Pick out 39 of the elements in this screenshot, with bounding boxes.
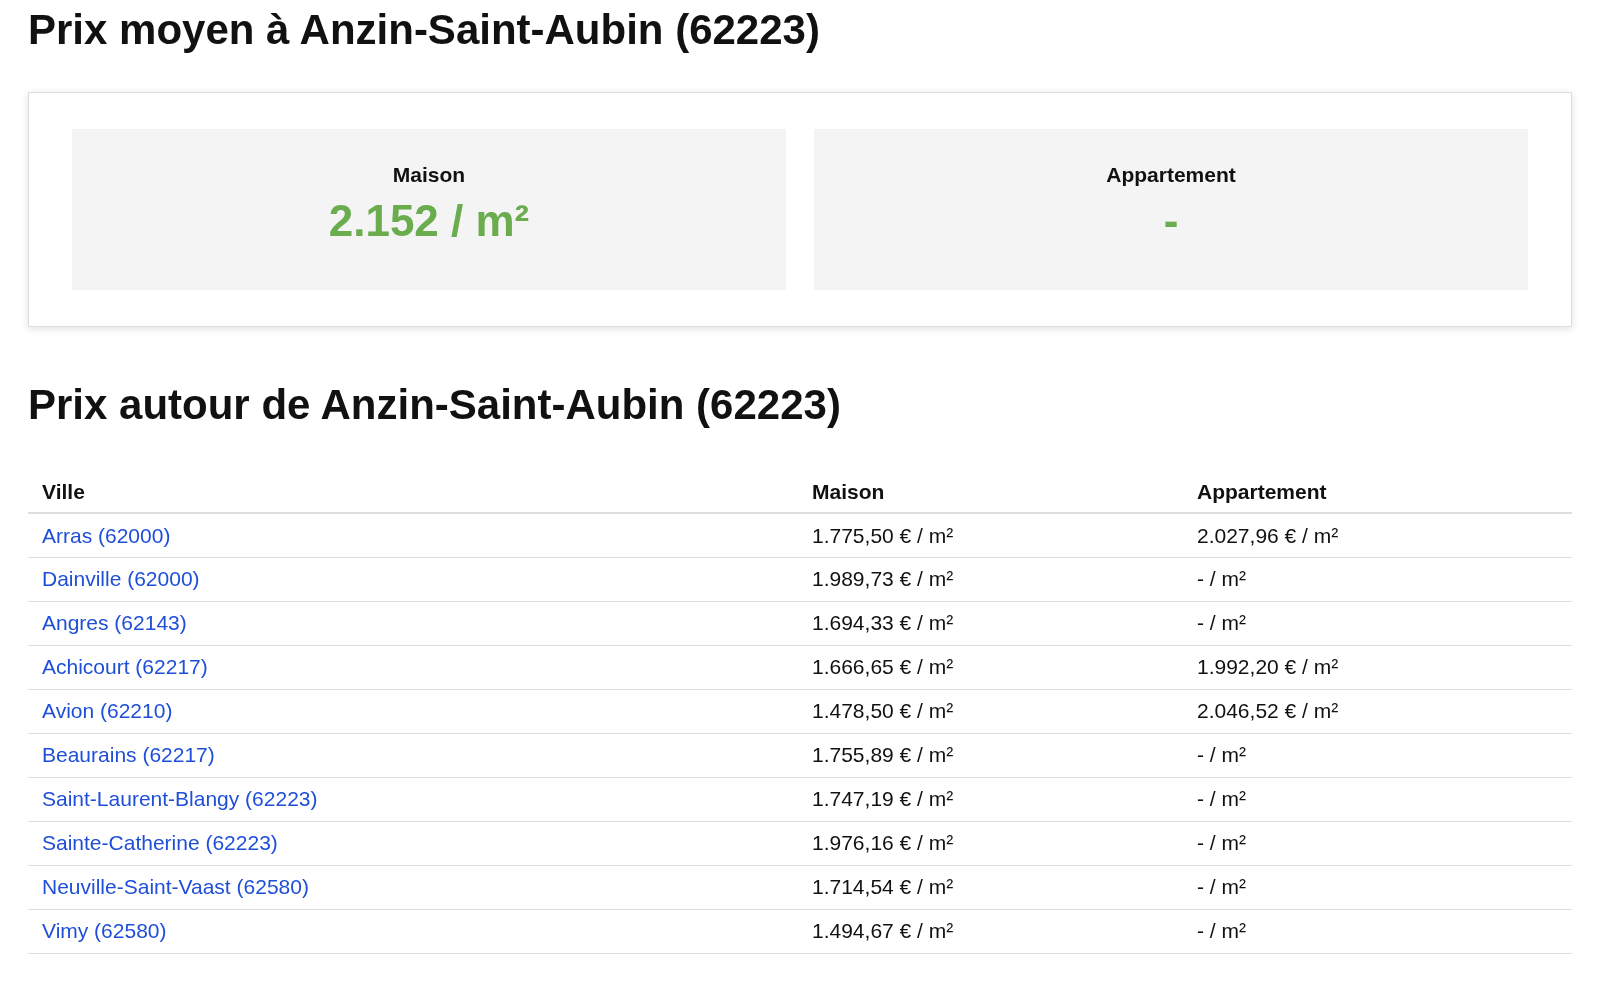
table-cell: 1.976,16 € / m² bbox=[812, 831, 954, 855]
table-cell: 1.747,19 € / m² bbox=[812, 787, 954, 811]
table-cell: 1.714,54 € / m² bbox=[812, 875, 954, 899]
table-cell: - / m² bbox=[1197, 787, 1246, 811]
average-price: - bbox=[1163, 194, 1179, 247]
table-cell: 1.755,89 € / m² bbox=[812, 743, 954, 767]
table-cell: - / m² bbox=[1197, 743, 1246, 767]
section-title: Prix autour de Anzin-Saint-Aubin (62223) bbox=[28, 380, 841, 430]
table-cell: 1.694,33 € / m² bbox=[812, 611, 954, 635]
table-cell: 1.775,50 € / m² bbox=[812, 523, 954, 547]
table-cell: 1.989,73 € / m² bbox=[812, 567, 954, 591]
table-cell: 2.046,52 € / m² bbox=[1197, 699, 1339, 723]
property-type-label: Maison bbox=[392, 162, 466, 188]
page-title: Prix moyen à Anzin-Saint-Aubin (62223) bbox=[28, 5, 820, 55]
city-link[interactable]: Angres (62143) bbox=[42, 611, 187, 635]
table-cell: - / m² bbox=[1197, 567, 1246, 591]
city-link[interactable]: Dainville (62000) bbox=[42, 567, 200, 591]
table-cell: - / m² bbox=[1197, 919, 1246, 943]
table-cell: 1.992,20 € / m² bbox=[1197, 655, 1339, 679]
city-link[interactable]: Saint-Laurent-Blangy (62223) bbox=[42, 787, 318, 811]
city-link[interactable]: Beaurains (62217) bbox=[42, 743, 215, 767]
table-cell: 1.478,50 € / m² bbox=[812, 699, 954, 723]
table-cell: - / m² bbox=[1197, 611, 1246, 635]
table-cell: - / m² bbox=[1197, 875, 1246, 899]
table-cell: 1.666,65 € / m² bbox=[812, 655, 954, 679]
column-header: Appartement bbox=[1197, 479, 1327, 503]
column-header: Ville bbox=[42, 479, 85, 503]
table-cell: 1.494,67 € / m² bbox=[812, 919, 954, 943]
city-link[interactable]: Neuville-Saint-Vaast (62580) bbox=[42, 875, 309, 899]
property-type-label: Appartement bbox=[1106, 162, 1236, 188]
city-link[interactable]: Achicourt (62217) bbox=[42, 655, 208, 679]
city-link[interactable]: Vimy (62580) bbox=[42, 919, 167, 943]
column-header: Maison bbox=[812, 479, 885, 503]
average-price: 2.152 / m² bbox=[328, 194, 530, 247]
city-link[interactable]: Sainte-Catherine (62223) bbox=[42, 831, 278, 855]
city-link[interactable]: Avion (62210) bbox=[42, 699, 173, 723]
city-link[interactable]: Arras (62000) bbox=[42, 523, 171, 547]
table-cell: 2.027,96 € / m² bbox=[1197, 523, 1339, 547]
table-cell: - / m² bbox=[1197, 831, 1246, 855]
